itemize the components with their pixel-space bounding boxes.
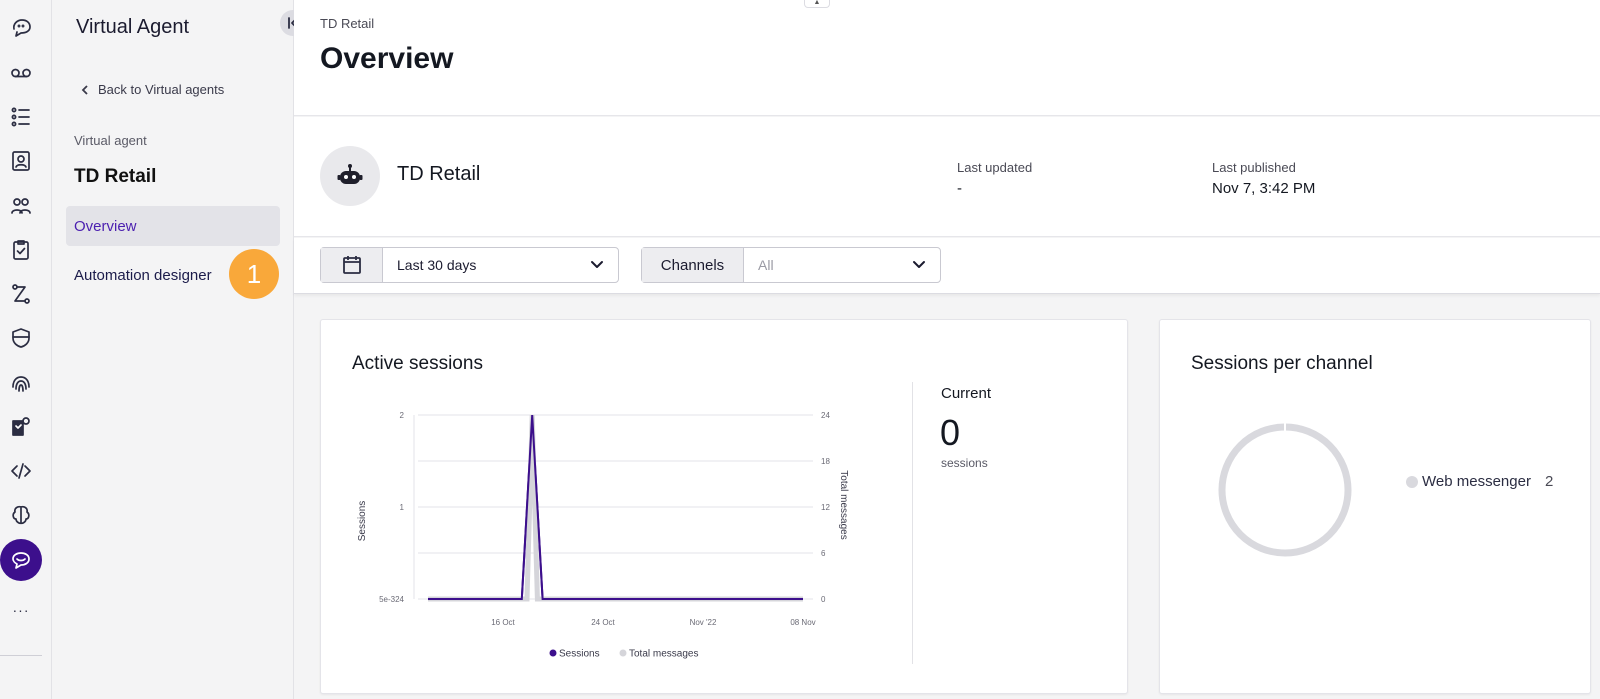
agent-name-heading: TD Retail: [74, 166, 157, 187]
calendar-icon: [342, 256, 361, 274]
card-divider: [912, 382, 913, 664]
date-picker-button[interactable]: [321, 248, 383, 282]
channels-label: Channels: [642, 248, 744, 282]
date-range-select[interactable]: Last 30 days: [320, 247, 619, 283]
legend-count: 2: [1544, 473, 1554, 490]
nav-item-label: Overview: [74, 217, 137, 235]
code-icon[interactable]: [0, 450, 42, 492]
y2-tick-label: 24: [821, 411, 830, 420]
agent-name: TD Retail: [397, 163, 481, 185]
date-range-value: Last 30 days: [397, 257, 477, 273]
breadcrumb[interactable]: TD Retail: [320, 16, 374, 31]
filter-bar: Last 30 days Channels All: [294, 238, 1600, 294]
y2-tick-label: 0: [821, 595, 826, 604]
donut-slice-web-messenger[interactable]: [1218, 423, 1352, 557]
step-badge: 1: [229, 249, 279, 299]
voicemail-icon[interactable]: [0, 52, 42, 94]
last-updated-value: -: [957, 180, 962, 197]
fingerprint-icon[interactable]: [0, 362, 42, 404]
chevron-down-icon: [590, 257, 604, 274]
last-updated-label: Last updated: [957, 160, 1033, 175]
back-to-virtual-agents-link[interactable]: Back to Virtual agents: [80, 82, 224, 97]
brain-icon[interactable]: [0, 494, 42, 536]
robot-icon: [337, 164, 363, 184]
legend-label: Sessions: [559, 649, 600, 660]
contacts-icon[interactable]: [0, 140, 42, 182]
x-tick-label: Nov '22: [690, 618, 717, 627]
current-value: 0: [940, 412, 961, 453]
back-link-label: Back to Virtual agents: [98, 82, 225, 97]
y-tick-label: 2: [400, 411, 405, 420]
channels-select[interactable]: Channels All: [641, 247, 941, 283]
sessions-per-channel-title: Sessions per channel: [1191, 353, 1373, 374]
chevron-down-icon: [912, 257, 926, 274]
active-sessions-title: Active sessions: [352, 353, 483, 374]
x-tick-label: 24 Oct: [591, 618, 615, 627]
secondary-nav: Virtual Agent Back to Virtual agents Vir…: [52, 0, 306, 699]
last-published-value: Nov 7, 3:42 PM: [1212, 180, 1316, 197]
legend-marker: [619, 649, 627, 657]
section-label: Virtual agent: [74, 133, 147, 148]
avatar: [320, 146, 380, 206]
more-icon[interactable]: ···: [0, 602, 42, 618]
y2-tick-label: 6: [821, 549, 826, 558]
channels-value: All: [758, 257, 774, 273]
sessions-per-channel-donut: [1218, 422, 1352, 557]
icon-rail: ···: [0, 0, 52, 699]
legend-label: Total messages: [629, 649, 698, 660]
current-label: Current: [941, 385, 992, 402]
settings-doc-icon[interactable]: [0, 406, 42, 448]
expand-handle-icon[interactable]: ▲: [804, 0, 830, 8]
x-tick-label: 08 Nov: [790, 618, 815, 627]
queues-icon[interactable]: [0, 96, 42, 138]
y2-axis-title: Total messages: [838, 470, 849, 539]
y2-tick-label: 18: [821, 457, 830, 466]
current-unit: sessions: [941, 456, 988, 470]
last-published-label: Last published: [1212, 160, 1296, 175]
x-tick-label: 16 Oct: [491, 618, 515, 627]
y-tick-label: 5e-324: [379, 595, 404, 604]
chevron-left-icon: [81, 84, 88, 95]
virtual-agent-icon[interactable]: [0, 539, 42, 581]
legend-label: Web messenger: [1422, 473, 1531, 490]
main-content: ▲ TD Retail Overview TD Retail Last upda…: [294, 0, 1600, 699]
legend-web-messenger[interactable]: Web messenger 2: [1406, 473, 1553, 490]
active-sessions-card: Active sessions 0 6 12 18 24 5e-324 1 2 16 Oct 24…: [320, 319, 1128, 694]
nav-item-overview[interactable]: Overview: [66, 206, 280, 246]
routing-icon[interactable]: [0, 273, 42, 315]
active-sessions-chart: 061218245e-3241216 Oct 24 Oct Nov '22 08 No…: [357, 411, 849, 660]
conversations-icon[interactable]: [0, 7, 42, 49]
nav-item-label: Automation designer: [74, 266, 212, 284]
legend-marker: [549, 649, 557, 657]
agent-summary: TD Retail Last updated - Last published …: [294, 117, 1600, 237]
y2-tick-label: 12: [821, 503, 830, 512]
y-tick-label: 1: [400, 503, 405, 512]
tasks-icon[interactable]: [0, 229, 42, 271]
y-axis-title: Sessions: [357, 501, 368, 542]
rail-divider: [0, 655, 42, 656]
sessions-per-channel-card: Sessions per channel Web messenger 2: [1159, 319, 1591, 694]
legend-dot: [1406, 475, 1418, 488]
users-icon[interactable]: [0, 185, 42, 227]
page-header: ▲ TD Retail Overview: [294, 0, 1600, 116]
security-icon[interactable]: [0, 317, 42, 359]
page-title: Overview: [320, 42, 454, 75]
subnav-title: Virtual Agent: [76, 16, 190, 38]
